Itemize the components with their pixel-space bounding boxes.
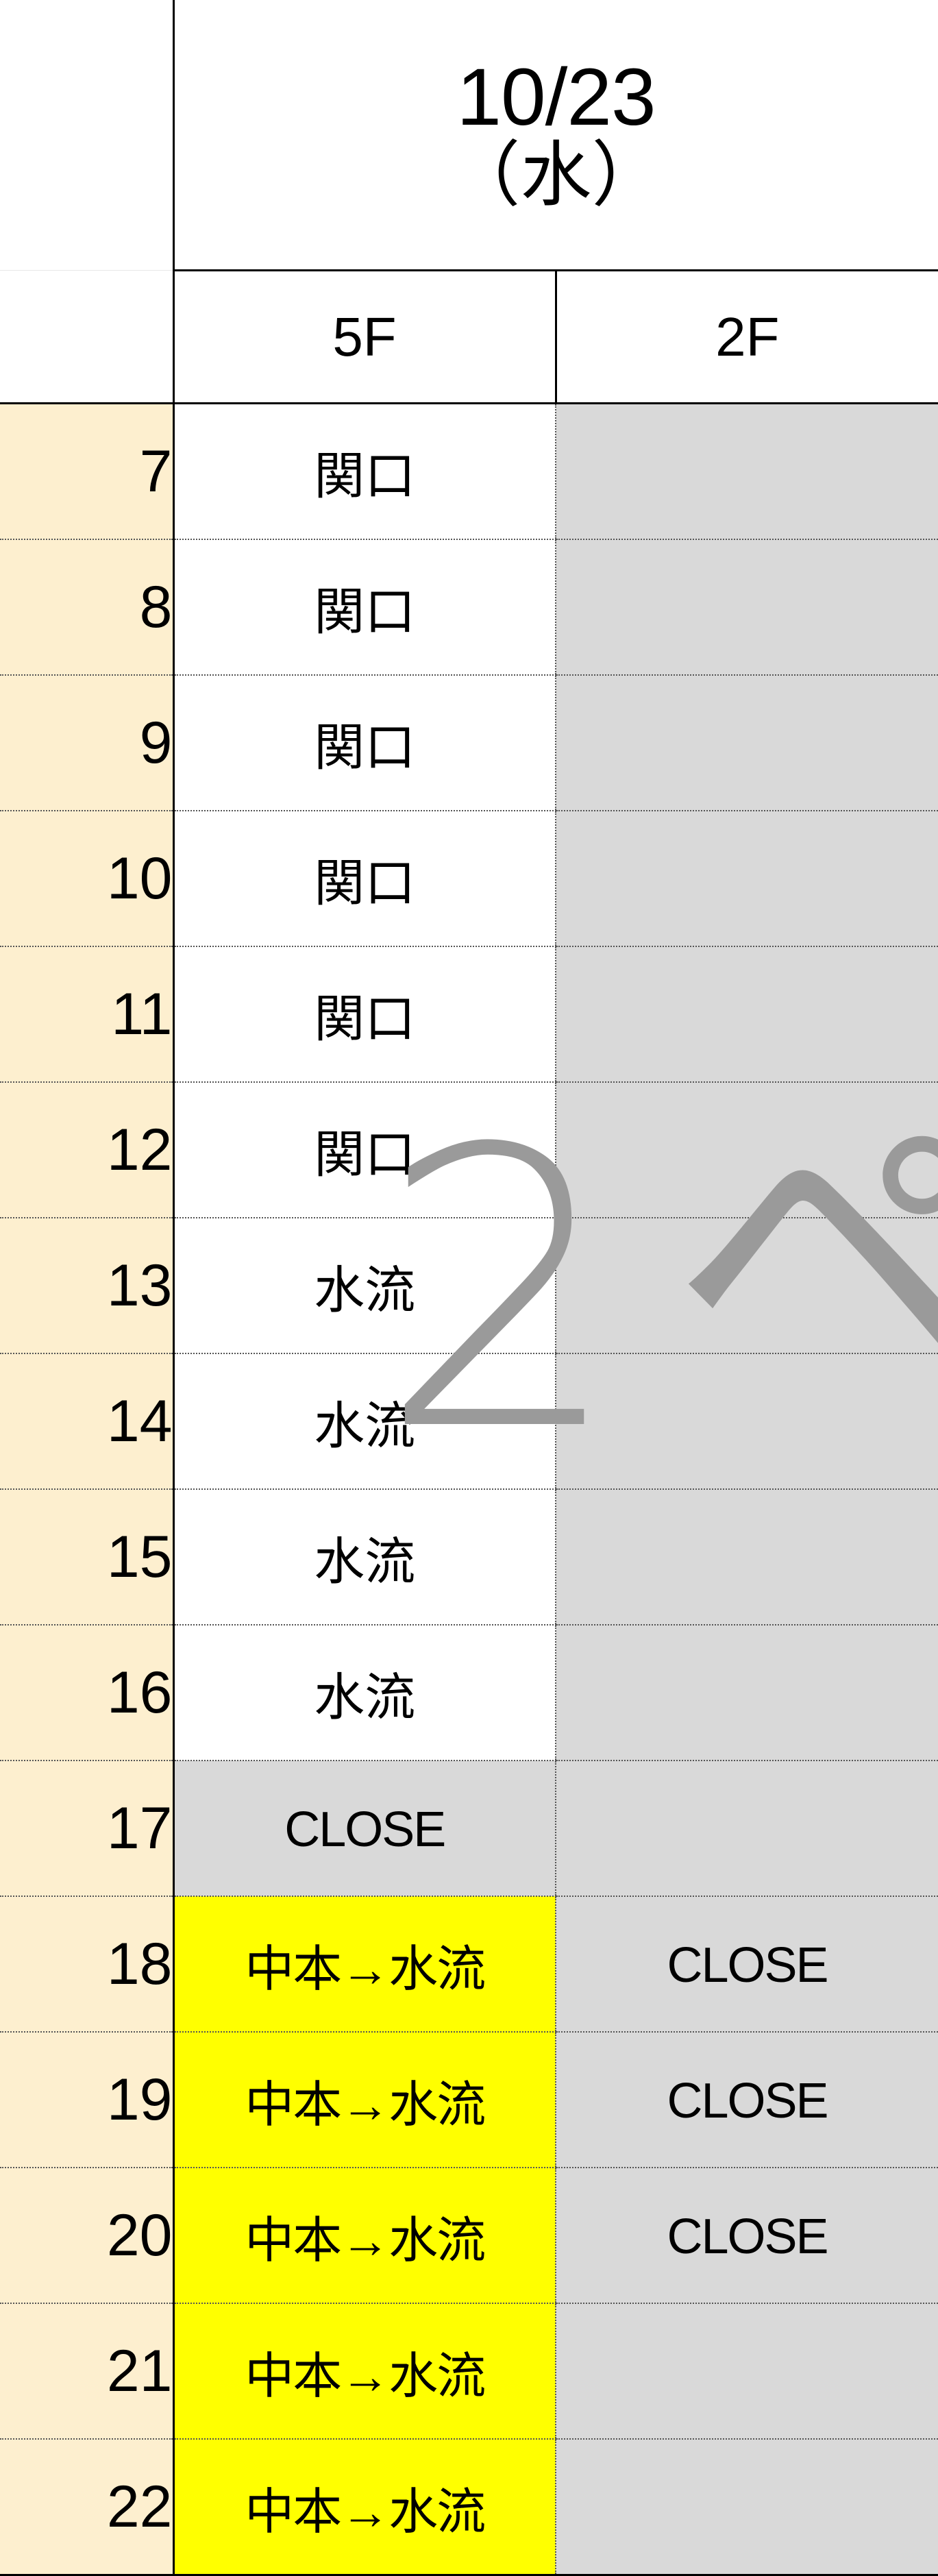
hour-label: 12 [0,1082,173,1218]
cell-value: 関口 [314,990,416,1047]
cell-value: 関口 [314,447,416,504]
schedule-cell-5f[interactable]: 中本→水流 [172,1896,556,2033]
cell-value: 水流 [314,1532,416,1590]
corner-cell-top [0,0,173,271]
schedule-cell-2f[interactable]: CLOSE [554,1896,938,2033]
hour-label: 11 [0,946,173,1083]
hour-label: 18 [0,1896,173,2033]
schedule-cell-2f[interactable] [554,403,938,540]
schedule-cell-5f[interactable]: 関口 [172,403,556,540]
hour-label: 20 [0,2168,173,2304]
schedule-row: 8 関口 [0,539,938,676]
schedule-cell-2f[interactable] [554,946,938,1083]
schedule-row: 12 関口 [0,1082,938,1218]
schedule-cell-2f[interactable] [554,2303,938,2440]
cell-value: 中本→水流 [245,2484,486,2540]
schedule-row: 13 水流 [0,1218,938,1354]
hour-label: 19 [0,2032,173,2168]
cell-value: 中本→水流 [245,2213,486,2268]
schedule-cell-5f[interactable]: 水流 [172,1489,556,1626]
schedule-cell-2f[interactable] [554,811,938,947]
schedule-cell-5f[interactable]: CLOSE [172,1761,556,1897]
schedule-row: 22 中本→水流 [0,2439,938,2576]
hour-label: 9 [0,675,173,811]
hour-label: 16 [0,1625,173,1761]
corner-cell-mid [0,270,173,404]
schedule-cell-2f[interactable] [554,675,938,811]
hour-label: 15 [0,1489,173,1626]
cell-value: 水流 [314,1668,416,1726]
schedule-cell-5f[interactable]: 水流 [172,1353,556,1490]
schedule-cell-5f[interactable]: 関口 [172,811,556,947]
schedule-cell-5f[interactable]: 関口 [172,539,556,676]
schedule-table: 10/23 （水） 5F 2F 7 関口 8 関口 9 関口 10 関口 11 関口 12 関口 13 水… [0,0,938,2576]
schedule-cell-5f[interactable]: 中本→水流 [172,2032,556,2168]
cell-value: CLOSE [667,1937,828,1993]
hour-label: 8 [0,539,173,676]
schedule-cell-2f[interactable] [554,1625,938,1761]
cell-value: 水流 [314,1261,416,1318]
column-header-5f: 5F [172,270,556,404]
schedule-row: 20 中本→水流 CLOSE [0,2168,938,2304]
schedule-row: 7 関口 [0,403,938,540]
weekday-text: （水） [449,136,663,216]
schedule-row: 9 関口 [0,675,938,811]
date-header-cell: 10/23 （水） [172,0,938,271]
schedule-cell-5f[interactable]: 中本→水流 [172,2439,556,2576]
table-body: 7 関口 8 関口 9 関口 10 関口 11 関口 12 関口 13 水流 14 水流 15 水流 16 水流 17 C… [0,403,938,2576]
schedule-cell-2f[interactable] [554,1761,938,1897]
cell-value: 関口 [314,854,416,911]
schedule-cell-5f[interactable]: 中本→水流 [172,2303,556,2440]
hour-label: 21 [0,2303,173,2440]
schedule-cell-5f[interactable]: 水流 [172,1625,556,1761]
schedule-row: 17 CLOSE [0,1761,938,1897]
schedule-cell-2f[interactable] [554,1218,938,1354]
cell-value: 水流 [314,1397,416,1454]
column-header-2f: 2F [554,270,938,404]
schedule-cell-5f[interactable]: 関口 [172,675,556,811]
cell-value: 中本→水流 [245,2077,486,2133]
schedule-cell-5f[interactable]: 水流 [172,1218,556,1354]
schedule-row: 16 水流 [0,1625,938,1761]
cell-value: 中本→水流 [245,2348,486,2404]
schedule-row: 19 中本→水流 CLOSE [0,2032,938,2168]
floor-header-row: 5F 2F [0,270,938,404]
hour-label: 22 [0,2439,173,2576]
schedule-cell-2f[interactable] [554,2439,938,2576]
hour-label: 7 [0,403,173,540]
hour-label: 10 [0,811,173,947]
schedule-cell-2f[interactable]: CLOSE [554,2168,938,2304]
schedule-row: 10 関口 [0,811,938,947]
schedule-row: 21 中本→水流 [0,2303,938,2440]
hour-label: 17 [0,1761,173,1897]
schedule-cell-2f[interactable] [554,539,938,676]
cell-value: 関口 [314,1125,416,1183]
schedule-cell-2f[interactable]: CLOSE [554,2032,938,2168]
schedule-cell-2f[interactable] [554,1489,938,1626]
schedule-cell-2f[interactable] [554,1082,938,1218]
schedule-sheet: 10/23 （水） 5F 2F 7 関口 8 関口 9 関口 10 関口 11 関口 12 関口 13 水… [0,0,938,2576]
schedule-cell-5f[interactable]: 中本→水流 [172,2168,556,2304]
date-text: 10/23 [456,51,656,143]
schedule-cell-2f[interactable] [554,1353,938,1490]
cell-value: 中本→水流 [245,1941,486,1997]
schedule-row: 14 水流 [0,1353,938,1490]
cell-value: CLOSE [284,1802,446,1857]
cell-value: 関口 [314,718,416,776]
table-header: 10/23 （水） 5F 2F [0,0,938,404]
schedule-row: 18 中本→水流 CLOSE [0,1896,938,2033]
schedule-row: 15 水流 [0,1489,938,1626]
cell-value: 関口 [314,582,416,640]
date-header-row: 10/23 （水） [0,0,938,271]
schedule-cell-5f[interactable]: 関口 [172,946,556,1083]
cell-value: CLOSE [667,2209,828,2264]
cell-value: CLOSE [667,2073,828,2129]
hour-label: 14 [0,1353,173,1490]
schedule-row: 11 関口 [0,946,938,1083]
hour-label: 13 [0,1218,173,1354]
schedule-cell-5f[interactable]: 関口 [172,1082,556,1218]
